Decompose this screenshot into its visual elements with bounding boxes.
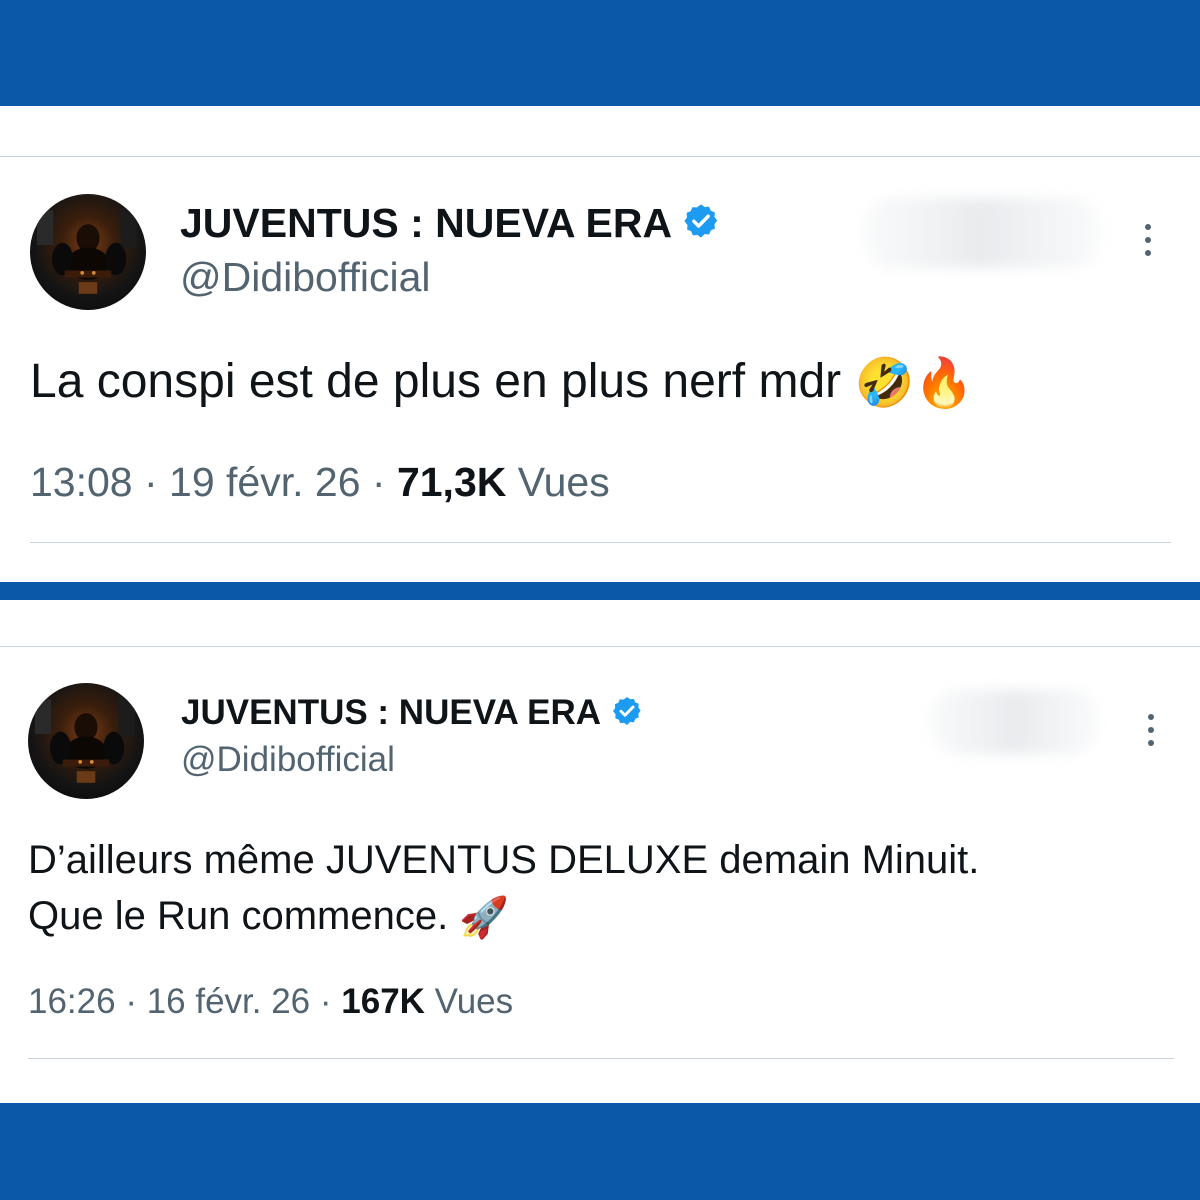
divider	[0, 156, 1200, 157]
verified-badge-icon	[682, 202, 720, 245]
top-blue-band	[0, 0, 1200, 106]
author-name-row[interactable]: JUVENTUS : NUEVA ERA	[180, 198, 720, 248]
views-count: 71,3K	[396, 459, 507, 505]
tweet-time[interactable]: 13:08	[30, 459, 133, 505]
avatar-image	[34, 696, 135, 783]
display-name[interactable]: JUVENTUS : NUEVA ERA	[181, 693, 601, 733]
avatar[interactable]	[30, 194, 146, 310]
blurred-follow-button	[862, 198, 1102, 268]
user-handle[interactable]: @Didibofficial	[180, 254, 431, 301]
tweet-time[interactable]: 16:26	[28, 982, 116, 1021]
tweet-text-line: Que le Run commence.	[28, 894, 449, 938]
rocket-icon: 🚀	[459, 896, 510, 941]
rolling-on-floor-laughing-icon: 🤣	[854, 357, 915, 411]
author-name-row[interactable]: JUVENTUS : NUEVA ERA	[181, 692, 643, 734]
meta-separator: ·	[360, 459, 397, 505]
middle-blue-band	[0, 582, 1200, 600]
display-name[interactable]: JUVENTUS : NUEVA ERA	[180, 200, 672, 247]
tweet-text-line: La conspi est de plus en plus nerf mdr	[30, 355, 842, 408]
bottom-blue-band	[0, 1103, 1200, 1200]
user-handle[interactable]: @Didibofficial	[181, 740, 395, 780]
meta-separator: ·	[310, 982, 342, 1021]
fire-icon: 🔥	[914, 357, 974, 411]
tweet-text-line: D’ailleurs même JUVENTUS DELUXE demain M…	[28, 838, 980, 882]
meta-separator: ·	[132, 459, 170, 505]
more-options-icon[interactable]	[1145, 714, 1157, 753]
tweet-card[interactable]: JUVENTUS : NUEVA ERA @Didibofficial La c…	[0, 158, 1200, 582]
blurred-follow-button	[928, 690, 1100, 754]
views-label: Vues	[506, 459, 610, 505]
tweet-text: D’ailleurs même JUVENTUS DELUXE demain M…	[28, 832, 979, 946]
tweet-text: La conspi est de plus en plus nerf mdr 🤣…	[30, 350, 974, 416]
views-count: 167K	[341, 982, 425, 1021]
tweet-card[interactable]: JUVENTUS : NUEVA ERA @Didibofficial D’ai…	[0, 646, 1200, 1103]
views-label: Vues	[424, 982, 514, 1021]
tweet-meta: 16:26 · 16 févr. 26 · 167K Vues	[28, 978, 513, 1026]
more-options-icon[interactable]	[1142, 224, 1154, 263]
divider	[28, 1058, 1174, 1059]
tweet-meta: 13:08 · 19 févr. 26 · 71,3K Vues	[30, 454, 610, 510]
tweet-date[interactable]: 16 févr. 26	[147, 982, 310, 1021]
meta-separator: ·	[115, 982, 147, 1021]
avatar-image	[36, 207, 137, 294]
tweet-date[interactable]: 19 févr. 26	[169, 459, 360, 505]
divider	[30, 542, 1171, 543]
avatar[interactable]	[28, 683, 144, 799]
verified-badge-icon	[611, 695, 643, 732]
